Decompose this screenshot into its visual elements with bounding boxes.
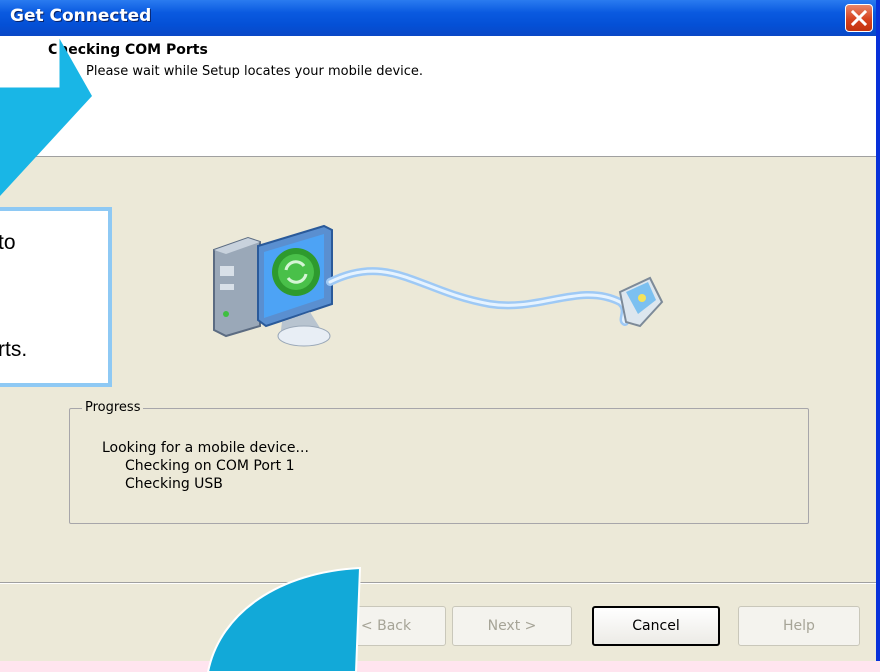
curved-arrow-icon	[206, 566, 362, 672]
next-button[interactable]: Next >	[452, 606, 572, 646]
computer-to-device-connection-icon	[213, 224, 664, 347]
close-icon	[850, 9, 868, 27]
tutorial-callout: to rts.	[0, 207, 112, 387]
progress-line: Looking for a mobile device...	[102, 440, 309, 456]
help-button[interactable]: Help	[738, 606, 860, 646]
callout-line: to	[0, 231, 16, 254]
progress-line: Checking USB	[125, 476, 223, 492]
title-bar[interactable]: Get Connected	[0, 0, 876, 36]
button-separator	[0, 582, 876, 584]
callout-line: rts.	[0, 338, 28, 361]
cancel-button[interactable]: Cancel	[592, 606, 720, 646]
progress-legend: Progress	[82, 400, 144, 415]
progress-line: Checking on COM Port 1	[125, 458, 295, 474]
page-subtitle: Please wait while Setup locates your mob…	[86, 64, 424, 79]
pointer-arrow-icon	[0, 36, 92, 196]
close-button[interactable]	[845, 4, 873, 32]
get-connected-dialog: Get Connected Checking COM Ports Please …	[0, 0, 880, 661]
window-title: Get Connected	[10, 6, 152, 26]
